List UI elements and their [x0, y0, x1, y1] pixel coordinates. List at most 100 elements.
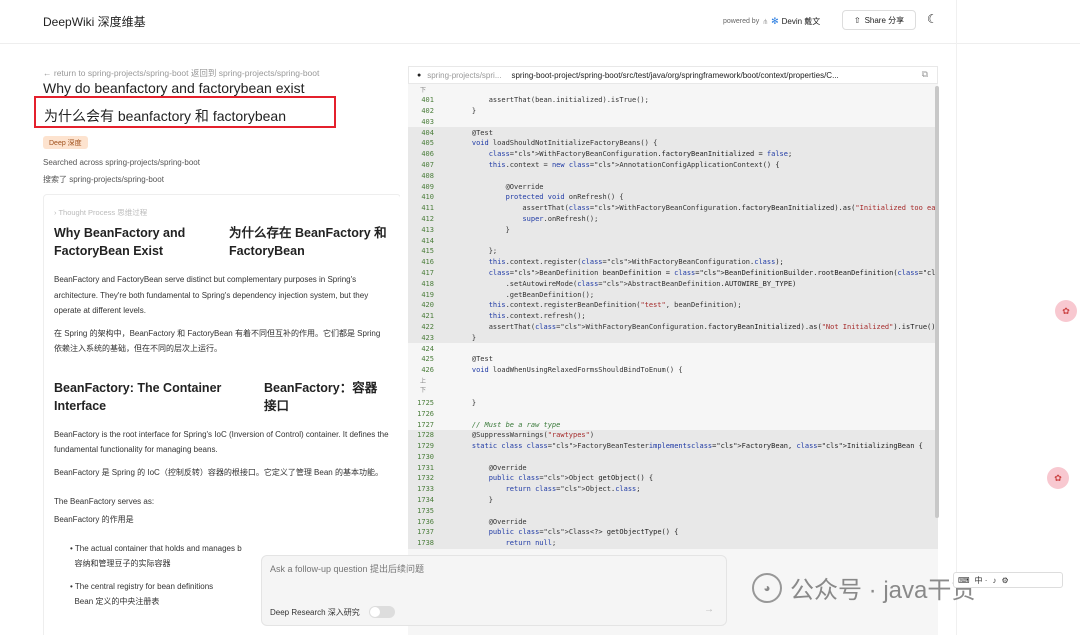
code-text: } — [455, 333, 477, 342]
code-text: super.onRefresh(); — [522, 214, 599, 223]
divider — [956, 0, 957, 635]
followup-input[interactable] — [270, 564, 710, 574]
line-number: 415 — [421, 247, 434, 256]
thought-process-toggle[interactable]: › Thought Process 思维过程 — [54, 207, 390, 218]
line-number: 410 — [421, 193, 434, 202]
line-number: 426 — [421, 366, 434, 375]
line-number: 409 — [421, 182, 434, 191]
code-line: 405 void loadShouldNotInitializeFactoryB… — [408, 137, 938, 149]
code-line: 1738 return null; — [408, 537, 938, 549]
watermark: ◕ 公众号 · java干货 — [752, 570, 975, 605]
line-number: 411 — [421, 204, 434, 213]
code-line: 408 — [408, 170, 938, 182]
code-line: 1732 public class="cls">Object getObject… — [408, 473, 938, 484]
back-link[interactable]: ← return to spring-projects/spring-boot … — [43, 67, 319, 79]
line-number: 1738 — [417, 539, 434, 548]
assistant-bubble-icon-2[interactable]: ✿ — [1047, 467, 1069, 489]
line-number: 419 — [421, 290, 434, 299]
app-title[interactable]: DeepWiki 深度维基 — [43, 13, 146, 30]
code-line: 420 this.context.registerBeanDefinition(… — [408, 299, 938, 311]
line-number: 1725 — [417, 398, 434, 407]
ime-toolbar[interactable]: ⌨ 中 · ♪ ⚙ — [953, 572, 1063, 588]
powered-by[interactable]: powered by ⋔ ✻ Devin 戴文 — [723, 16, 820, 27]
question-cn-highlight: 为什么会有 beanfactory 和 factorybean — [34, 96, 336, 128]
code-line: 401 assertThat(bean.initialized).isTrue(… — [408, 95, 938, 106]
deep-research-toggle[interactable] — [368, 606, 395, 618]
collapse-handle[interactable]: 上 下 — [408, 376, 938, 398]
code-text: @Test — [455, 355, 493, 364]
line-number: 416 — [421, 258, 434, 267]
code-line: 403 — [408, 116, 938, 127]
code-text: assertThat(bean.initialized).isTrue(); — [455, 96, 649, 105]
code-line: 415 }; — [408, 245, 938, 257]
code-line: 1731 @Override — [408, 462, 938, 474]
heading-beanfactory-en: BeanFactory: The Container Interface — [54, 380, 222, 413]
line-number: 1730 — [417, 452, 434, 461]
send-icon[interactable]: → — [704, 604, 714, 615]
line-number: 408 — [421, 171, 434, 180]
line-number: 1736 — [417, 517, 434, 526]
line-number: 405 — [421, 139, 434, 148]
code-scrollbar[interactable] — [935, 86, 939, 518]
line-number: 421 — [421, 312, 434, 321]
line-number: 1732 — [417, 474, 434, 483]
code-text: @SuppressWarnings("rawtypes") — [455, 431, 595, 440]
line-number: 424 — [421, 344, 434, 353]
code-line: 1730 — [408, 451, 938, 463]
code-line: 421 this.context.refresh(); — [408, 310, 938, 322]
mic-icon: ♪ — [992, 575, 997, 585]
code-line: 413 } — [408, 224, 938, 236]
collapse-handle[interactable]: 下 — [408, 84, 938, 95]
heading-why: Why BeanFactory and FactoryBean Exist 为什… — [54, 224, 390, 260]
line-number: 425 — [421, 355, 434, 364]
code-line: 416 this.context.register(class="cls">Wi… — [408, 256, 938, 268]
line-number: 413 — [421, 225, 434, 234]
code-text: .setAutowireMode(class="cls">AbstractBea… — [455, 279, 721, 288]
code-text: @Override — [455, 182, 544, 191]
assistant-bubble-icon[interactable]: ✿ — [1055, 300, 1077, 322]
code-line: 1737 public class="cls">Class <?> getObje… — [408, 527, 938, 538]
code-text: @Override — [455, 517, 527, 526]
heading-beanfactory-cn: BeanFactory：容器接口 — [264, 380, 378, 413]
code-line: 426 void loadWhenUsingRelaxedFormsShould… — [408, 365, 938, 376]
code-text: protected void onRefresh() { — [505, 193, 624, 202]
answer-pane: ← return to spring-projects/spring-boot … — [0, 44, 400, 635]
question-en: Why do beanfactory and factorybean exist — [43, 80, 305, 96]
code-text: void loadWhenUsingRelaxedFormsShouldBind… — [471, 366, 683, 375]
code-text: this.context.register(class="cls">WithFa… — [488, 258, 751, 267]
heading-why-cn: 为什么存在 BeanFactory 和 FactoryBean — [229, 226, 387, 258]
code-line: 1734 } — [408, 494, 938, 506]
code-line: 425 @Test — [408, 354, 938, 365]
code-line: 402 } — [408, 106, 938, 117]
code-text: this.context.refresh(); — [488, 312, 586, 321]
paragraph-1-en: BeanFactory and FactoryBean serve distin… — [54, 275, 369, 315]
copy-icon[interactable]: ⧉ — [921, 69, 928, 80]
followup-box: Deep Research 深入研究 → — [261, 555, 727, 626]
code-text: .getBeanDefinition(); — [455, 290, 595, 299]
code-text: assertThat(class="cls">WithFactoryBeanCo… — [455, 204, 738, 213]
code-line: 414 — [408, 235, 938, 246]
line-number: 1731 — [417, 463, 434, 472]
searched-en: Searched across spring-projects/spring-b… — [43, 158, 200, 167]
code-file-header[interactable]: ● spring-projects/spri... spring-boot-pr… — [408, 66, 938, 84]
code-line: 422 assertThat(class="cls">WithFactoryBe… — [408, 321, 938, 333]
code-line: 1733 return class="cls">Object. class; — [408, 483, 938, 495]
code-line: 1735 — [408, 505, 938, 517]
line-number: 1728 — [417, 431, 434, 440]
question-cn: 为什么会有 beanfactory 和 factorybean — [44, 108, 286, 124]
code-line: 409 @Override — [408, 181, 938, 192]
paragraph-2-en: BeanFactory is the root interface for Sp… — [54, 429, 389, 455]
ime-label: 中 · — [974, 575, 988, 585]
share-button[interactable]: ⇧ Share 分享 — [842, 10, 916, 30]
line-number: 1727 — [417, 420, 434, 429]
code-text: } — [455, 398, 477, 407]
wechat-icon: ◕ — [752, 572, 782, 603]
line-number: 414 — [421, 236, 434, 245]
paragraph-2-cn: BeanFactory 是 Spring 的 IoC（控制反转）容器的根接口。它… — [54, 467, 383, 477]
code-line: 412 super.onRefresh(); — [408, 213, 938, 225]
code-text: @Test — [455, 128, 493, 137]
code-text: }; — [455, 247, 498, 256]
dark-mode-icon[interactable]: ☾ — [927, 12, 938, 26]
code-text: class="cls">BeanDefinition — [488, 268, 599, 277]
code-line: 418 .setAutowireMode(class="cls">Abstrac… — [408, 278, 938, 290]
